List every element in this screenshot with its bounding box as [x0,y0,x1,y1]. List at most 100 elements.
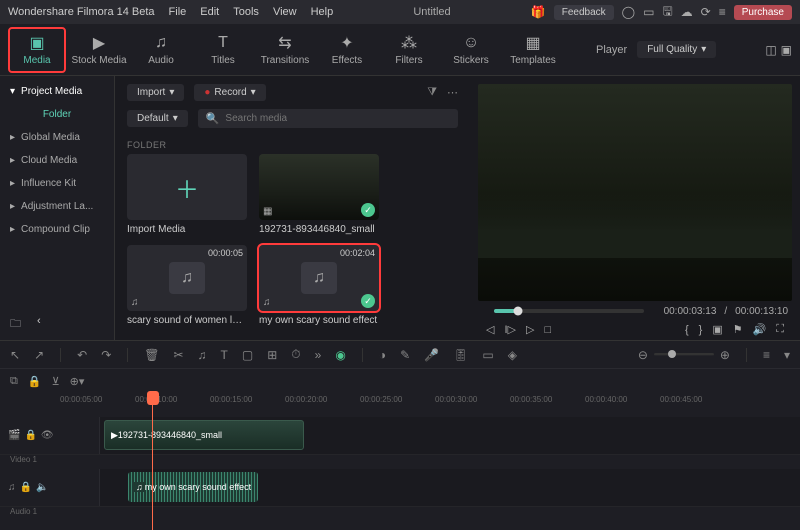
volume-icon[interactable]: 🔊 [753,323,767,336]
menu-help[interactable]: Help [311,6,334,18]
color-icon[interactable]: ◑ [379,348,386,362]
search-field[interactable] [225,113,450,124]
card-video[interactable]: ▦✓ 192731-893446840_small [259,154,379,235]
redo-icon[interactable]: ↷ [101,348,111,362]
audio-track-icon: ♫ [8,482,16,493]
marker-icon[interactable]: ⚑ [733,323,743,336]
grid-icon[interactable]: ⊞ [267,348,277,362]
card-audio-1[interactable]: 00:00:05♫♫ scary sound of women laug... [127,245,247,326]
more-icon[interactable]: ⋯ [447,86,458,99]
menu-tools[interactable]: Tools [233,6,259,18]
split-icon[interactable]: ✂ [173,348,183,362]
new-folder-icon[interactable]: 🗀 [10,315,21,334]
tool-filters[interactable]: ⁂Filters [380,27,438,73]
lock-icon[interactable]: 🔒 [24,430,36,441]
lock-icon[interactable]: 🔒 [28,375,42,388]
tool-audio[interactable]: ♫Audio [132,27,190,73]
quality-dropdown[interactable]: Full Quality▾ [637,41,716,58]
zoom-out-icon[interactable]: ⊖ [638,348,648,362]
select-icon[interactable]: ↗ [34,348,44,362]
compare-icon[interactable]: ◫ [765,43,776,57]
menu-edit[interactable]: Edit [200,6,219,18]
track-head[interactable]: ♫ 🔒 🔈 [0,469,100,506]
delete-icon[interactable]: 🗑 [144,348,159,362]
card-import[interactable]: ＋ Import Media [127,154,247,235]
tool-stickers[interactable]: ☺Stickers [442,27,500,73]
ruler-tick: 00:00:05:00 [60,395,102,404]
gift-icon[interactable]: 🎁 [531,5,546,19]
play-icon[interactable]: ▷ [526,323,534,336]
video-clip[interactable]: ▶192731-893446840_small [104,420,304,450]
quality-label: Full Quality [647,44,697,55]
mute-icon[interactable]: 🔈 [36,482,48,493]
tool-stock-media[interactable]: ▶Stock Media [70,27,128,73]
cloud-icon[interactable]: ☁ [681,5,693,19]
sidebar-item-compound-clip[interactable]: ▸Compound Clip [0,218,114,241]
brush-icon[interactable]: ✎ [400,348,410,362]
menu-file[interactable]: File [169,6,187,18]
tool-transitions[interactable]: ⇆Transitions [256,27,314,73]
crop-icon[interactable]: ▢ [242,348,253,362]
window-icon[interactable]: ▭ [482,348,493,362]
list-icon[interactable]: ≡ [763,348,770,362]
bars-icon[interactable]: ≡ [719,5,726,19]
eye-icon[interactable]: 👁 [41,430,54,441]
magnet-icon[interactable]: ⊻ [52,375,60,388]
tool-effects[interactable]: ✦Effects [318,27,376,73]
import-button[interactable]: Import▾ [127,84,184,101]
text-icon[interactable]: T [221,348,228,362]
audio-clip[interactable]: ♫my own scary sound effect [128,472,258,502]
preview-viewport[interactable] [478,84,792,301]
mark-in-icon[interactable]: { [685,324,689,336]
sidebar-item-adjustment[interactable]: ▸Adjustment La... [0,195,114,218]
zoom-slider[interactable]: ⊖⊕ [638,348,730,362]
collapse-icon[interactable]: ‹ [37,315,41,334]
circle-icon[interactable]: ◯ [622,5,635,19]
undo-icon[interactable]: ↶ [77,348,87,362]
step-back-icon[interactable]: I▷ [504,323,516,336]
display-icon[interactable]: ▭ [643,5,654,19]
playhead[interactable] [152,393,153,530]
menu-view[interactable]: View [273,6,297,18]
track-head[interactable]: 🎬🔒👁 [0,417,100,454]
sort-dropdown[interactable]: Default▾ [127,110,188,127]
feedback-button[interactable]: Feedback [554,5,614,20]
snapshot-icon[interactable]: ▣ [712,323,722,336]
marker2-icon[interactable]: ◈ [508,348,517,362]
mixer-icon[interactable]: 🎚 [453,348,468,362]
settings-icon[interactable]: ▾ [784,348,790,362]
snapshot-icon[interactable]: ▣ [781,43,792,57]
lock-icon[interactable]: 🔒 [20,482,32,493]
card-audio-2[interactable]: 00:02:04♫♫✓ my own scary sound effect [259,245,379,326]
filter-icon[interactable]: ⧩ [427,86,437,99]
player-label: Player [596,44,627,56]
pointer-icon[interactable]: ↖ [10,348,20,362]
sidebar-item-project-media[interactable]: ▾Project Media [0,80,114,103]
fullscreen-icon[interactable]: ⛶ [776,323,784,336]
track-add-icon[interactable]: ⊕▾ [70,375,85,388]
preview-scrubber[interactable] [494,309,644,313]
audio-edit-icon[interactable]: ♫ [198,348,207,362]
tool-titles[interactable]: TTitles [194,27,252,73]
timeline-ruler[interactable]: 00:00:05:00 00:00:10:00 00:00:15:00 00:0… [0,393,800,417]
tool-templates[interactable]: ▦Templates [504,27,562,73]
more-right-icon[interactable]: » [315,348,322,362]
purchase-button[interactable]: Purchase [734,5,792,20]
record-button[interactable]: ●Record▾ [194,84,265,101]
sidebar-item-global-media[interactable]: ▸Global Media [0,126,114,149]
sidebar-folder[interactable]: Folder [0,103,114,126]
sidebar-item-influence-kit[interactable]: ▸Influence Kit [0,172,114,195]
stop-icon[interactable]: □ [544,324,551,336]
link-icon[interactable]: ⧉ [10,375,18,388]
mark-out-icon[interactable]: } [699,324,703,336]
mic-icon[interactable]: 🎤 [424,348,439,362]
ai-icon[interactable]: ◉ [335,348,345,362]
search-input[interactable]: 🔍 [198,109,458,128]
save-icon[interactable]: 🖫 [662,2,672,23]
tool-media[interactable]: ▣ Media [8,27,66,73]
sidebar-item-cloud-media[interactable]: ▸Cloud Media [0,149,114,172]
speed-icon[interactable]: ⏱ [291,347,300,362]
zoom-in-icon[interactable]: ⊕ [720,348,730,362]
share-icon[interactable]: ⟳ [701,5,711,19]
prev-frame-icon[interactable]: ◁ [486,323,494,336]
